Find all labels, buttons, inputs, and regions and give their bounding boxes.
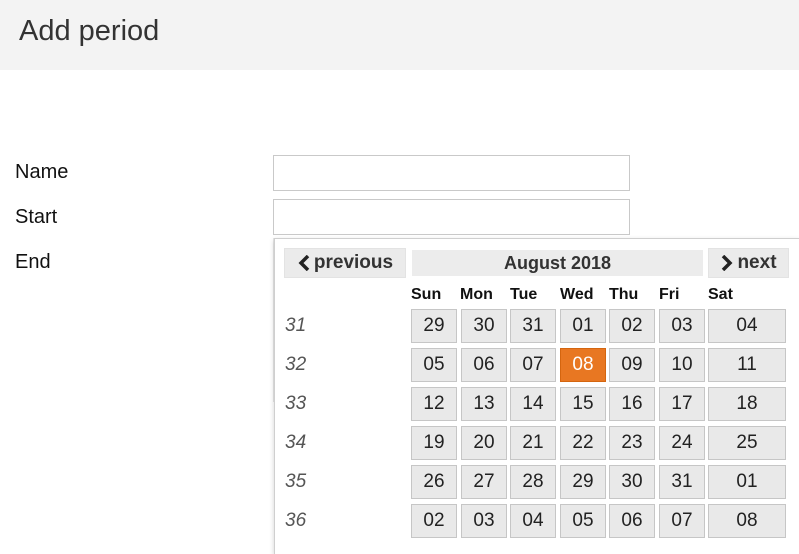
day-cell[interactable]: 03 <box>461 504 507 538</box>
day-cell[interactable]: 23 <box>609 426 655 460</box>
day-cell[interactable]: 31 <box>510 309 556 343</box>
weekday-header: Sat <box>708 286 733 303</box>
day-cell[interactable]: 02 <box>411 504 457 538</box>
day-cell[interactable]: 26 <box>411 465 457 499</box>
end-label: End <box>15 251 51 273</box>
weekday-header: Tue <box>510 286 538 303</box>
day-cell[interactable]: 14 <box>510 387 556 421</box>
day-cell[interactable]: 08 <box>560 348 606 382</box>
day-cell[interactable]: 06 <box>461 348 507 382</box>
weekday-header: Thu <box>609 286 639 303</box>
week-number: 32 <box>285 354 307 375</box>
previous-label: previous <box>313 252 394 273</box>
day-cell[interactable]: 10 <box>659 348 705 382</box>
weekday-header: Fri <box>659 286 680 303</box>
week-number: 31 <box>285 315 307 336</box>
day-cell[interactable]: 28 <box>510 465 556 499</box>
week-number: 34 <box>285 432 307 453</box>
header-bar: Add period <box>0 0 799 70</box>
start-date-input[interactable] <box>273 199 630 235</box>
day-cell[interactable]: 12 <box>411 387 457 421</box>
month-title: August 2018 <box>412 250 703 276</box>
next-label: next <box>737 252 777 273</box>
week-number: 35 <box>285 471 307 492</box>
weekday-header: Wed <box>560 286 594 303</box>
day-cell[interactable]: 05 <box>411 348 457 382</box>
day-cell[interactable]: 06 <box>609 504 655 538</box>
day-cell[interactable]: 04 <box>708 309 786 343</box>
chevron-right-icon <box>722 255 733 271</box>
day-cell[interactable]: 21 <box>510 426 556 460</box>
day-cell[interactable]: 05 <box>560 504 606 538</box>
day-cell[interactable]: 15 <box>560 387 606 421</box>
day-cell[interactable]: 27 <box>461 465 507 499</box>
day-cell[interactable]: 11 <box>708 348 786 382</box>
day-cell[interactable]: 25 <box>708 426 786 460</box>
page-title: Add period <box>19 15 160 47</box>
day-cell[interactable]: 18 <box>708 387 786 421</box>
datepicker-popup: previous August 2018 next Sun Mon Tue Wed Th… <box>274 238 799 554</box>
weekday-header: Sun <box>411 286 442 303</box>
day-cell[interactable]: 17 <box>659 387 705 421</box>
day-cell[interactable]: 24 <box>659 426 705 460</box>
start-label: Start <box>15 206 58 228</box>
day-cell[interactable]: 13 <box>461 387 507 421</box>
day-cell[interactable]: 01 <box>560 309 606 343</box>
day-cell[interactable]: 29 <box>411 309 457 343</box>
next-month-button[interactable]: next <box>708 248 789 278</box>
weekday-header: Mon <box>460 286 493 303</box>
day-cell[interactable]: 29 <box>560 465 606 499</box>
name-label: Name <box>15 161 69 183</box>
day-cell[interactable]: 22 <box>560 426 606 460</box>
week-number: 33 <box>285 393 307 414</box>
day-cell[interactable]: 19 <box>411 426 457 460</box>
day-cell[interactable]: 07 <box>659 504 705 538</box>
day-cell[interactable]: 04 <box>510 504 556 538</box>
day-cell[interactable]: 01 <box>708 465 786 499</box>
day-cell[interactable]: 02 <box>609 309 655 343</box>
day-cell[interactable]: 30 <box>461 309 507 343</box>
day-cell[interactable]: 16 <box>609 387 655 421</box>
name-input[interactable] <box>273 155 630 191</box>
day-cell[interactable]: 07 <box>510 348 556 382</box>
day-cell[interactable]: 08 <box>708 504 786 538</box>
day-cell[interactable]: 09 <box>609 348 655 382</box>
week-number: 36 <box>285 510 307 531</box>
chevron-left-icon <box>298 255 310 271</box>
previous-month-button[interactable]: previous <box>284 248 406 278</box>
day-cell[interactable]: 31 <box>659 465 705 499</box>
day-cell[interactable]: 03 <box>659 309 705 343</box>
day-cell[interactable]: 20 <box>461 426 507 460</box>
day-cell[interactable]: 30 <box>609 465 655 499</box>
